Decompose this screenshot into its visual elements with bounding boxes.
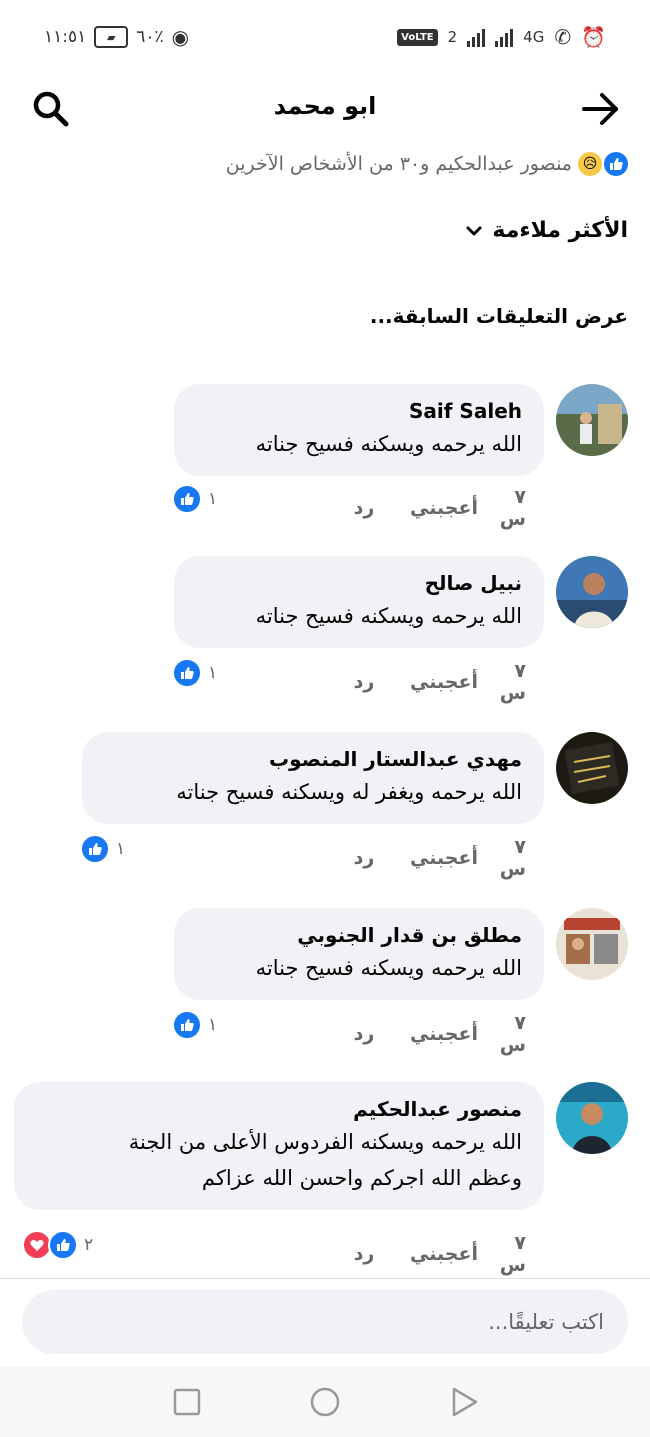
comment-text: الله يرحمه ويسكنه الفردوس الأعلى من الجن… — [128, 1130, 522, 1190]
whatsapp-icon: ✆ — [554, 25, 572, 49]
reaction-count: ٢ — [84, 1235, 94, 1255]
chevron-down-icon — [466, 226, 482, 235]
alarm-icon: ⏰ — [581, 25, 606, 49]
like-button[interactable]: أعجبني — [404, 847, 484, 869]
like-reaction-icon — [80, 834, 110, 864]
comment-time: ٧ س — [499, 486, 526, 530]
network-type: 4G — [523, 28, 545, 46]
home-button[interactable] — [308, 1385, 342, 1419]
like-button[interactable]: أعجبني — [404, 1243, 484, 1265]
avatar[interactable] — [556, 732, 628, 804]
comment-reactions[interactable]: ١ — [172, 1010, 217, 1040]
page-title: ابو محمد — [273, 92, 377, 120]
comment-time: ٧ س — [499, 1232, 526, 1276]
recents-button[interactable] — [170, 1385, 204, 1419]
divider — [0, 1278, 650, 1279]
avatar[interactable] — [556, 1082, 628, 1154]
like-reaction-icon — [172, 658, 202, 688]
sad-reaction-icon: 😥 — [576, 150, 604, 178]
eye-icon: ◉ — [171, 25, 190, 49]
comment-bubble[interactable]: منصور عبدالحكيم الله يرحمه ويسكنه الفردو… — [14, 1082, 544, 1210]
arrow-right-icon — [582, 93, 618, 125]
comment-bubble[interactable]: Saif Saleh الله يرحمه ويسكنه فسيح جناته — [174, 384, 544, 476]
comment-actions: ٧ س أعجبني رد — [324, 486, 544, 530]
comment-reactions[interactable]: ١ — [172, 484, 217, 514]
comment-author[interactable]: منصور عبدالحكيم — [36, 1094, 522, 1124]
reactions-summary[interactable]: 😥 منصور عبدالحكيم و٣٠ من الأشخاص الآخرين — [226, 150, 630, 178]
comment-bubble[interactable]: نبيل صالح الله يرحمه ويسكنه فسيح جناته — [174, 556, 544, 648]
view-previous-comments-link[interactable]: عرض التعليقات السابقة... — [370, 304, 628, 328]
like-button[interactable]: أعجبني — [404, 1023, 484, 1045]
comment-reactions[interactable]: ٢ — [22, 1230, 93, 1260]
header: ابو محمد — [0, 78, 650, 140]
comment-text: الله يرحمه ويسكنه فسيح جناته — [255, 956, 522, 980]
back-button[interactable] — [578, 86, 624, 132]
data-saver-icon: ▰ — [94, 26, 129, 48]
comment: مطلق بن قدار الجنوبي الله يرحمه ويسكنه ف… — [22, 908, 628, 1056]
comment-text: الله يرحمه ويسكنه فسيح جناته — [255, 604, 522, 628]
status-bar: ١١:٥١ ▰ ٦٠٪ ◉ VoLTE 2 4G ✆ ⏰ — [0, 0, 650, 78]
system-navigation-bar — [0, 1367, 650, 1437]
comment-text: الله يرحمه ويغفر له ويسكنه فسيح جناته — [176, 780, 522, 804]
comment-text: الله يرحمه ويسكنه فسيح جناته — [255, 432, 522, 456]
comment-bubble[interactable]: مطلق بن قدار الجنوبي الله يرحمه ويسكنه ف… — [174, 908, 544, 1000]
reaction-count: ١ — [208, 663, 218, 683]
clock: ١١:٥١ — [44, 27, 87, 47]
reply-button[interactable]: رد — [324, 1023, 404, 1045]
comment-reactions[interactable]: ١ — [172, 658, 217, 688]
sort-label: الأكثر ملاءمة — [492, 218, 628, 243]
comment-actions: ٧ س أعجبني رد — [324, 1012, 544, 1056]
signal-icon — [467, 27, 486, 47]
battery-level: ٦٠٪ — [136, 27, 164, 47]
comment-actions: ٧ س أعجبني رد — [324, 1232, 544, 1276]
comment-author[interactable]: مهدي عبدالستار المنصوب — [104, 744, 522, 774]
comment-author[interactable]: مطلق بن قدار الجنوبي — [196, 920, 522, 950]
comment-time: ٧ س — [499, 836, 526, 880]
reaction-count: ١ — [208, 489, 218, 509]
like-button[interactable]: أعجبني — [404, 497, 484, 519]
comment-bubble[interactable]: مهدي عبدالستار المنصوب الله يرحمه ويغفر … — [82, 732, 544, 824]
comment: مهدي عبدالستار المنصوب الله يرحمه ويغفر … — [22, 732, 628, 880]
avatar[interactable] — [556, 556, 628, 628]
like-reaction-icon — [172, 1010, 202, 1040]
reactions-summary-text: منصور عبدالحكيم و٣٠ من الأشخاص الآخرين — [225, 153, 572, 175]
volte-badge: VoLTE — [397, 28, 438, 46]
avatar[interactable] — [556, 908, 628, 980]
like-reaction-icon — [48, 1230, 78, 1260]
reply-button[interactable]: رد — [324, 497, 404, 519]
comment: Saif Saleh الله يرحمه ويسكنه فسيح جناته … — [22, 384, 628, 530]
reply-button[interactable]: رد — [324, 847, 404, 869]
like-reaction-icon — [172, 484, 202, 514]
back-nav-button[interactable] — [446, 1385, 480, 1419]
reply-button[interactable]: رد — [324, 671, 404, 693]
reaction-count: ١ — [116, 839, 126, 859]
comment-actions: ٧ س أعجبني رد — [324, 660, 544, 704]
comment-time: ٧ س — [499, 1012, 526, 1056]
like-button[interactable]: أعجبني — [404, 671, 484, 693]
status-bar-right: VoLTE 2 4G ✆ ⏰ — [397, 26, 606, 48]
comment: نبيل صالح الله يرحمه ويسكنه فسيح جناته ٧… — [22, 556, 628, 704]
sort-dropdown[interactable]: الأكثر ملاءمة — [464, 218, 628, 243]
comment-time: ٧ س — [499, 660, 526, 704]
sim-indicator: 2 — [447, 28, 458, 46]
comment-input-placeholder: اكتب تعليقًا... — [488, 1310, 604, 1334]
avatar[interactable] — [556, 384, 628, 456]
reaction-count: ١ — [208, 1015, 218, 1035]
comment-input[interactable]: اكتب تعليقًا... — [22, 1290, 628, 1354]
comment-reactions[interactable]: ١ — [80, 834, 125, 864]
comment-author[interactable]: نبيل صالح — [196, 568, 522, 598]
comment-author[interactable]: Saif Saleh — [196, 396, 522, 426]
like-reaction-icon — [602, 150, 630, 178]
signal-icon-2 — [495, 27, 514, 47]
status-bar-left: ١١:٥١ ▰ ٦٠٪ ◉ — [44, 26, 189, 48]
reply-button[interactable]: رد — [324, 1243, 404, 1265]
comment-actions: ٧ س أعجبني رد — [324, 836, 544, 880]
comment: منصور عبدالحكيم الله يرحمه ويسكنه الفردو… — [14, 1082, 628, 1276]
